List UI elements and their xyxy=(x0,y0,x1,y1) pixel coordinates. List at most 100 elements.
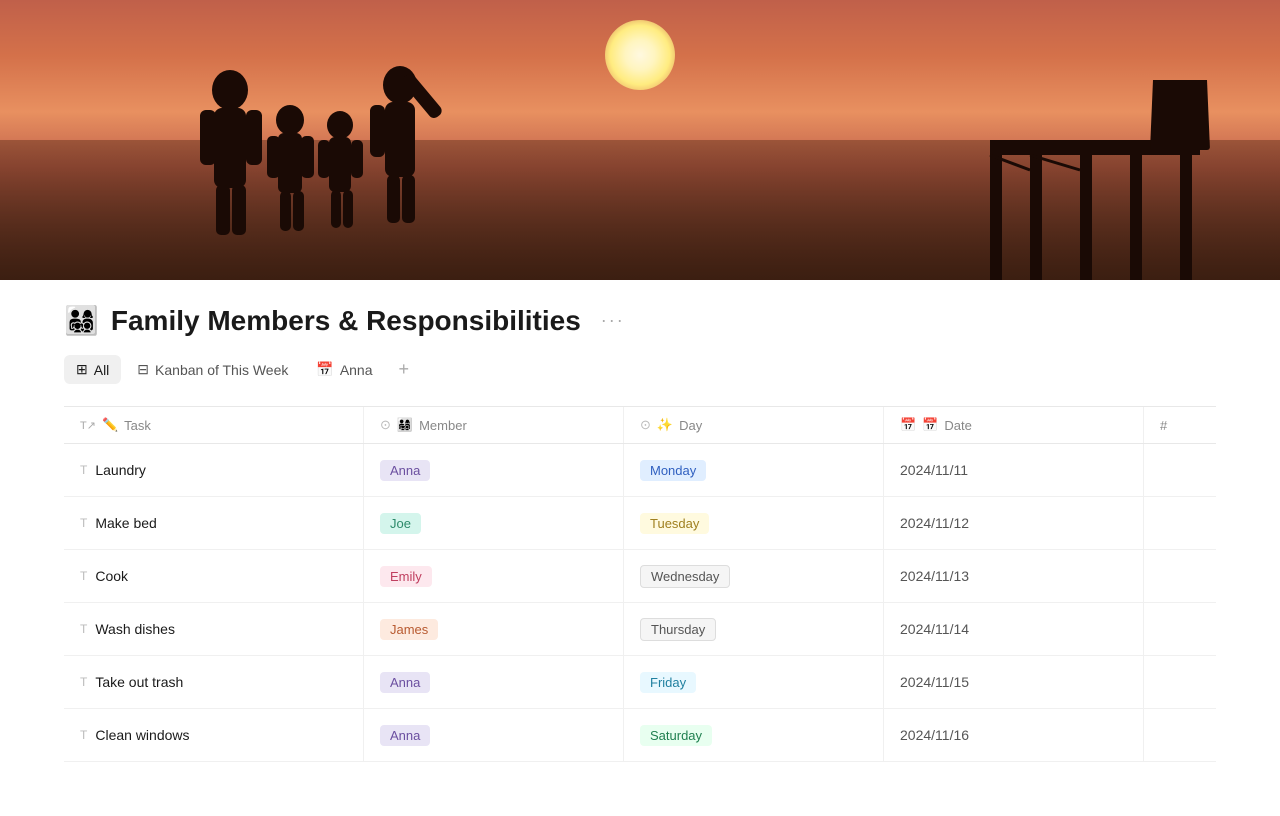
date-value: 2024/11/12 xyxy=(900,515,969,531)
member-tag[interactable]: Emily xyxy=(380,566,432,587)
member-col-label: Member xyxy=(419,418,467,433)
table-row[interactable]: T Cook Emily Wednesday 2024/11/13 xyxy=(64,550,1216,603)
table-row[interactable]: T Laundry Anna Monday 2024/11/11 xyxy=(64,444,1216,497)
data-table: T↗ ✏️ Task ⊙ 👨‍👩‍👧‍👦 Member ⊙ ✨ Day 📅 📅 … xyxy=(64,406,1216,762)
date-cell: 2024/11/16 xyxy=(884,709,1144,761)
day-cell: Monday xyxy=(624,444,884,496)
member-cell: Anna xyxy=(364,656,624,708)
task-name: Wash dishes xyxy=(95,621,175,637)
member-tag[interactable]: James xyxy=(380,619,438,640)
date-cell: 2024/11/11 xyxy=(884,444,1144,496)
day-tag[interactable]: Wednesday xyxy=(640,565,730,588)
table-row[interactable]: T Make bed Joe Tuesday 2024/11/12 xyxy=(64,497,1216,550)
silhouette-group xyxy=(170,30,490,250)
date-col-label: Date xyxy=(944,418,971,433)
date-value: 2024/11/16 xyxy=(900,727,969,743)
task-name: Clean windows xyxy=(95,727,189,743)
hash-cell xyxy=(1144,709,1224,761)
member-col-emoji: 👨‍👩‍👧‍👦 xyxy=(397,417,413,433)
day-col-icon: ⊙ xyxy=(640,417,651,433)
date-cal-emoji: 📅 xyxy=(922,417,938,433)
views-row: ⊞ All ⊟ Kanban of This Week 📅 Anna + xyxy=(64,353,1216,386)
page-title-row: 👨‍👩‍👧‍👦 Family Members & Responsibilitie… xyxy=(64,304,1216,337)
view-tab-all[interactable]: ⊞ All xyxy=(64,355,121,384)
date-cell: 2024/11/15 xyxy=(884,656,1144,708)
day-tag[interactable]: Saturday xyxy=(640,725,712,746)
table-row[interactable]: T Wash dishes James Thursday 2024/11/14 xyxy=(64,603,1216,656)
type-text-icon: T xyxy=(80,728,87,742)
member-tag[interactable]: Anna xyxy=(380,725,430,746)
page-content: 👨‍👩‍👧‍👦 Family Members & Responsibilitie… xyxy=(0,280,1280,762)
column-member: ⊙ 👨‍👩‍👧‍👦 Member xyxy=(364,407,624,443)
task-name: Take out trash xyxy=(95,674,183,690)
task-cell: T Make bed xyxy=(64,497,364,549)
type-text-icon: T xyxy=(80,622,87,636)
date-value: 2024/11/11 xyxy=(900,462,968,478)
member-tag[interactable]: Joe xyxy=(380,513,421,534)
day-cell: Saturday xyxy=(624,709,884,761)
view-anna-label: Anna xyxy=(340,362,373,378)
task-name: Cook xyxy=(95,568,128,584)
view-all-label: All xyxy=(94,362,110,378)
day-cell: Thursday xyxy=(624,603,884,655)
member-col-icon: ⊙ xyxy=(380,417,391,433)
view-tab-anna[interactable]: 📅 Anna xyxy=(304,355,384,384)
day-col-label: Day xyxy=(679,418,702,433)
member-cell: Anna xyxy=(364,709,624,761)
type-text-icon: T xyxy=(80,675,87,689)
view-kanban-label: Kanban of This Week xyxy=(155,362,288,378)
table-row[interactable]: T Take out trash Anna Friday 2024/11/15 xyxy=(64,656,1216,709)
column-day: ⊙ ✨ Day xyxy=(624,407,884,443)
date-cell: 2024/11/12 xyxy=(884,497,1144,549)
day-cell: Wednesday xyxy=(624,550,884,602)
calendar-icon: 📅 xyxy=(316,361,333,378)
member-cell: Emily xyxy=(364,550,624,602)
task-cell: T Cook xyxy=(64,550,364,602)
date-col-icon: 📅 xyxy=(900,417,916,433)
add-view-button[interactable]: + xyxy=(389,353,420,386)
type-text-icon: T xyxy=(80,569,87,583)
member-cell: Joe xyxy=(364,497,624,549)
hash-cell xyxy=(1144,444,1224,496)
task-col-label: Task xyxy=(124,418,151,433)
column-hash: # xyxy=(1144,407,1224,443)
day-tag[interactable]: Tuesday xyxy=(640,513,709,534)
member-tag[interactable]: Anna xyxy=(380,672,430,693)
day-tag[interactable]: Thursday xyxy=(640,618,716,641)
date-value: 2024/11/13 xyxy=(900,568,969,584)
hash-cell xyxy=(1144,603,1224,655)
table-header: T↗ ✏️ Task ⊙ 👨‍👩‍👧‍👦 Member ⊙ ✨ Day 📅 📅 … xyxy=(64,407,1216,444)
task-cell: T Wash dishes xyxy=(64,603,364,655)
view-tab-kanban[interactable]: ⊟ Kanban of This Week xyxy=(125,355,300,384)
hash-cell xyxy=(1144,656,1224,708)
hash-cell xyxy=(1144,550,1224,602)
task-cell: T Take out trash xyxy=(64,656,364,708)
date-value: 2024/11/14 xyxy=(900,621,969,637)
date-value: 2024/11/15 xyxy=(900,674,969,690)
task-cell: T Clean windows xyxy=(64,709,364,761)
task-name: Make bed xyxy=(95,515,156,531)
kanban-icon: ⊟ xyxy=(137,361,149,378)
day-tag[interactable]: Friday xyxy=(640,672,696,693)
date-cell: 2024/11/13 xyxy=(884,550,1144,602)
task-cell: T Laundry xyxy=(64,444,364,496)
member-cell: Anna xyxy=(364,444,624,496)
date-cell: 2024/11/14 xyxy=(884,603,1144,655)
hero-banner xyxy=(0,0,1280,280)
day-cell: Friday xyxy=(624,656,884,708)
table-row[interactable]: T Clean windows Anna Saturday 2024/11/16 xyxy=(64,709,1216,762)
hash-cell xyxy=(1144,497,1224,549)
task-name: Laundry xyxy=(95,462,146,478)
hash-label: # xyxy=(1160,418,1167,433)
day-tag[interactable]: Monday xyxy=(640,460,706,481)
table-icon: ⊞ xyxy=(76,361,88,378)
page-emoji: 👨‍👩‍👧‍👦 xyxy=(64,304,99,337)
column-date: 📅 📅 Date xyxy=(884,407,1144,443)
more-options-button[interactable]: ··· xyxy=(593,306,633,335)
type-text-icon: T xyxy=(80,516,87,530)
column-task: T↗ ✏️ Task xyxy=(64,407,364,443)
task-col-emoji: ✏️ xyxy=(102,417,118,433)
day-col-emoji: ✨ xyxy=(657,417,673,433)
member-tag[interactable]: Anna xyxy=(380,460,430,481)
text-icon: T↗ xyxy=(80,419,96,432)
